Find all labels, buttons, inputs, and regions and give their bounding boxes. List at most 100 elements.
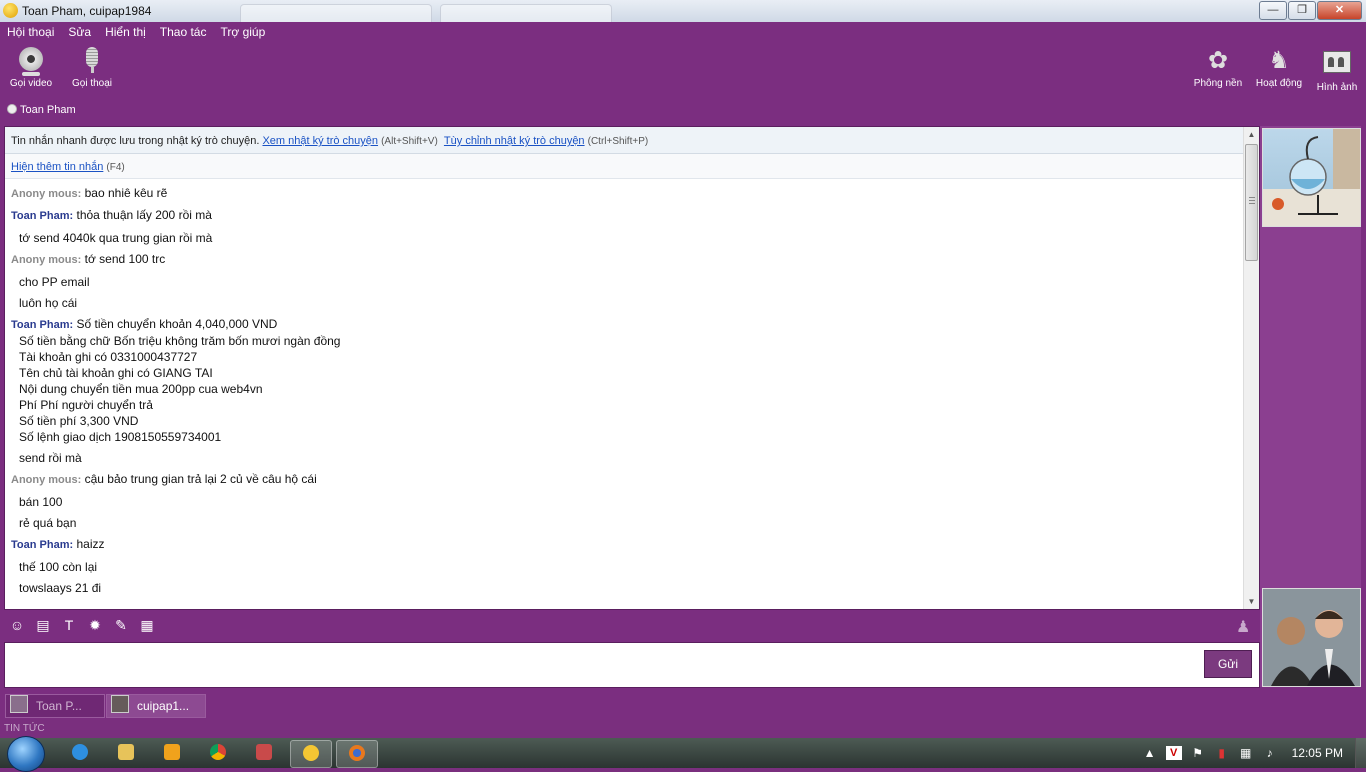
pictures-label: Hình ảnh [1316, 82, 1358, 93]
scroll-thumb[interactable] [1245, 144, 1258, 261]
message-text: Số tiền chuyển khoản 4,040,000 VND [76, 317, 278, 331]
background-button[interactable]: ✿ Phông nền [1190, 47, 1246, 89]
background-tab [440, 4, 612, 24]
attach-icon[interactable]: ✎ [108, 617, 134, 634]
taskbar-app[interactable] [244, 740, 284, 766]
background-label: Phông nền [1193, 78, 1243, 89]
buddy-info-icon[interactable]: ♟ [1236, 617, 1250, 637]
taskbar-explorer[interactable] [106, 740, 146, 766]
vietnamese-input-icon[interactable]: V [1165, 746, 1182, 760]
close-button[interactable]: ✕ [1317, 1, 1362, 20]
scroll-up-arrow-icon[interactable]: ▲ [1244, 127, 1259, 142]
message-input[interactable] [8, 644, 1192, 686]
send-button[interactable]: Gửi [1204, 650, 1252, 678]
format-toolbar: ☺ ▤ T ✹ ✎ ▦ [4, 614, 160, 636]
contact-status[interactable]: Toan Pham [7, 104, 76, 116]
network-signal-icon[interactable]: ▦ [1238, 746, 1254, 760]
voice-call-button[interactable]: Gọi thoại [64, 47, 120, 89]
menu-actions[interactable]: Thao tác [153, 22, 214, 42]
microphone-icon [78, 47, 106, 75]
minimize-button[interactable]: — [1259, 1, 1287, 20]
show-more-link[interactable]: Hiện thêm tin nhắn [11, 161, 103, 173]
taskbar-yahoo-messenger[interactable] [290, 740, 332, 768]
chat-scrollbar[interactable]: ▲ ▼ [1243, 127, 1259, 609]
message: Toan Pham: Số tiền chuyển khoản 4,040,00… [11, 316, 1253, 466]
sender-name: Anony mous: [11, 254, 82, 266]
menu-bar: Hội thoại Sửa Hiển thị Thao tác Trợ giúp [0, 22, 272, 42]
folder-icon [118, 744, 134, 760]
contact-display-image[interactable] [1262, 128, 1361, 227]
taskbar-chrome[interactable] [198, 740, 238, 766]
view-history-link[interactable]: Xem nhật ký trò chuyện [262, 135, 378, 147]
insert-icon[interactable]: ▦ [134, 617, 160, 634]
photos-icon [1323, 51, 1351, 79]
taskbar-ie[interactable] [60, 740, 100, 766]
show-hidden-icons-icon[interactable]: ▲ [1142, 746, 1158, 760]
window-title: Toan Pham, cuipap1984 [22, 4, 152, 18]
video-call-button[interactable]: Gọi video [3, 47, 59, 89]
sender-name: Anony mous: [11, 474, 82, 486]
message-text: luôn họ cái [19, 296, 78, 310]
status-dot-icon [7, 104, 17, 114]
show-desktop-button[interactable] [1355, 738, 1366, 768]
firefox-icon [349, 745, 365, 761]
scroll-down-arrow-icon[interactable]: ▼ [1244, 594, 1259, 609]
taskbar-media-player[interactable] [152, 740, 192, 766]
emoticon-icon[interactable]: ☺ [4, 617, 30, 633]
flower-icon: ✿ [1207, 47, 1229, 74]
message-text: cho PP email [19, 275, 90, 289]
imvironment-icon[interactable]: ▤ [30, 617, 56, 634]
background-tab [240, 4, 432, 24]
menu-view[interactable]: Hiển thị [98, 22, 153, 42]
title-bar: Toan Pham, cuipap1984 — ❐ ✕ [0, 0, 1366, 24]
start-button[interactable] [7, 736, 45, 772]
show-more-bar: Hiện thêm tin nhắn (F4) [5, 154, 1259, 179]
tab-label: cuipap1... [137, 699, 190, 713]
message-text: Phí Phí người chuyển trả [19, 398, 153, 412]
yahoo-messenger-icon [3, 3, 18, 18]
chat-history: Tin nhắn nhanh được lưu trong nhật ký tr… [4, 126, 1260, 610]
tab-avatar [111, 695, 129, 713]
activities-button[interactable]: ♞ Hoạt động [1251, 47, 1307, 89]
windows-taskbar: ▲ V ⚑ ▮ ▦ ♪ 12:05 PM [0, 736, 1366, 772]
conversation-tabs: Toan P... cuipap1... [0, 692, 1366, 720]
view-history-shortcut: (Alt+Shift+V) [381, 136, 438, 147]
pictures-button[interactable]: Hình ảnh [1309, 47, 1365, 93]
menu-conversation[interactable]: Hội thoại [0, 22, 61, 42]
news-label[interactable]: TIN TỨC [4, 723, 45, 734]
history-notice: Tin nhắn nhanh được lưu trong nhật ký tr… [5, 127, 1259, 154]
yahoo-messenger-icon [303, 745, 319, 761]
my-display-image[interactable] [1262, 588, 1361, 687]
message: Anony mous: bao nhiê kêu rẽ [11, 185, 1253, 202]
menu-edit[interactable]: Sửa [61, 22, 98, 42]
message-text: Tài khoản ghi có 0331000437727 [19, 350, 198, 364]
maximize-button[interactable]: ❐ [1288, 1, 1316, 20]
action-center-flag-icon[interactable]: ⚑ [1190, 746, 1206, 760]
customize-history-link[interactable]: Tùy chỉnh nhật ký trò chuyện [444, 135, 585, 147]
message: Toan Pham: thỏa thuận lấy 200 rồi mà tớ … [11, 207, 1253, 246]
message-text: bao nhiê kêu rẽ [84, 186, 168, 200]
activities-label: Hoạt động [1255, 78, 1303, 89]
message-text: tớ send 4040k qua trung gian rồi mà [19, 231, 213, 245]
chrome-icon [210, 744, 226, 760]
text-format-icon[interactable]: T [56, 617, 82, 633]
battery-icon[interactable]: ▮ [1214, 746, 1230, 760]
tab-toan-pham[interactable]: Toan P... [5, 694, 105, 718]
tab-label: Toan P... [36, 699, 82, 713]
message-text: tớ send 100 trc [84, 252, 166, 266]
volume-icon[interactable]: ♪ [1262, 746, 1278, 760]
taskbar-clock[interactable]: 12:05 PM [1292, 746, 1343, 760]
voice-call-label: Gọi thoại [71, 78, 113, 89]
tab-cuipap1984[interactable]: cuipap1... [106, 694, 206, 718]
message-text: send rồi mà [19, 451, 82, 465]
buzz-icon[interactable]: ✹ [82, 617, 108, 634]
message-list: Anony mous: bao nhiê kêu rẽ Toan Pham: t… [5, 179, 1259, 596]
message: Anony mous: tớ send 100 trc cho PP email… [11, 251, 1253, 311]
taskbar-firefox[interactable] [336, 740, 378, 768]
window-controls: — ❐ ✕ [1258, 1, 1362, 20]
message-text: Số lệnh giao dịch 1908150559734001 [19, 430, 222, 444]
sender-name: Toan Pham: [11, 539, 74, 551]
menu-help[interactable]: Trợ giúp [213, 22, 272, 42]
video-call-label: Gọi video [9, 78, 53, 89]
message-text: rẻ quá bạn [19, 516, 77, 530]
